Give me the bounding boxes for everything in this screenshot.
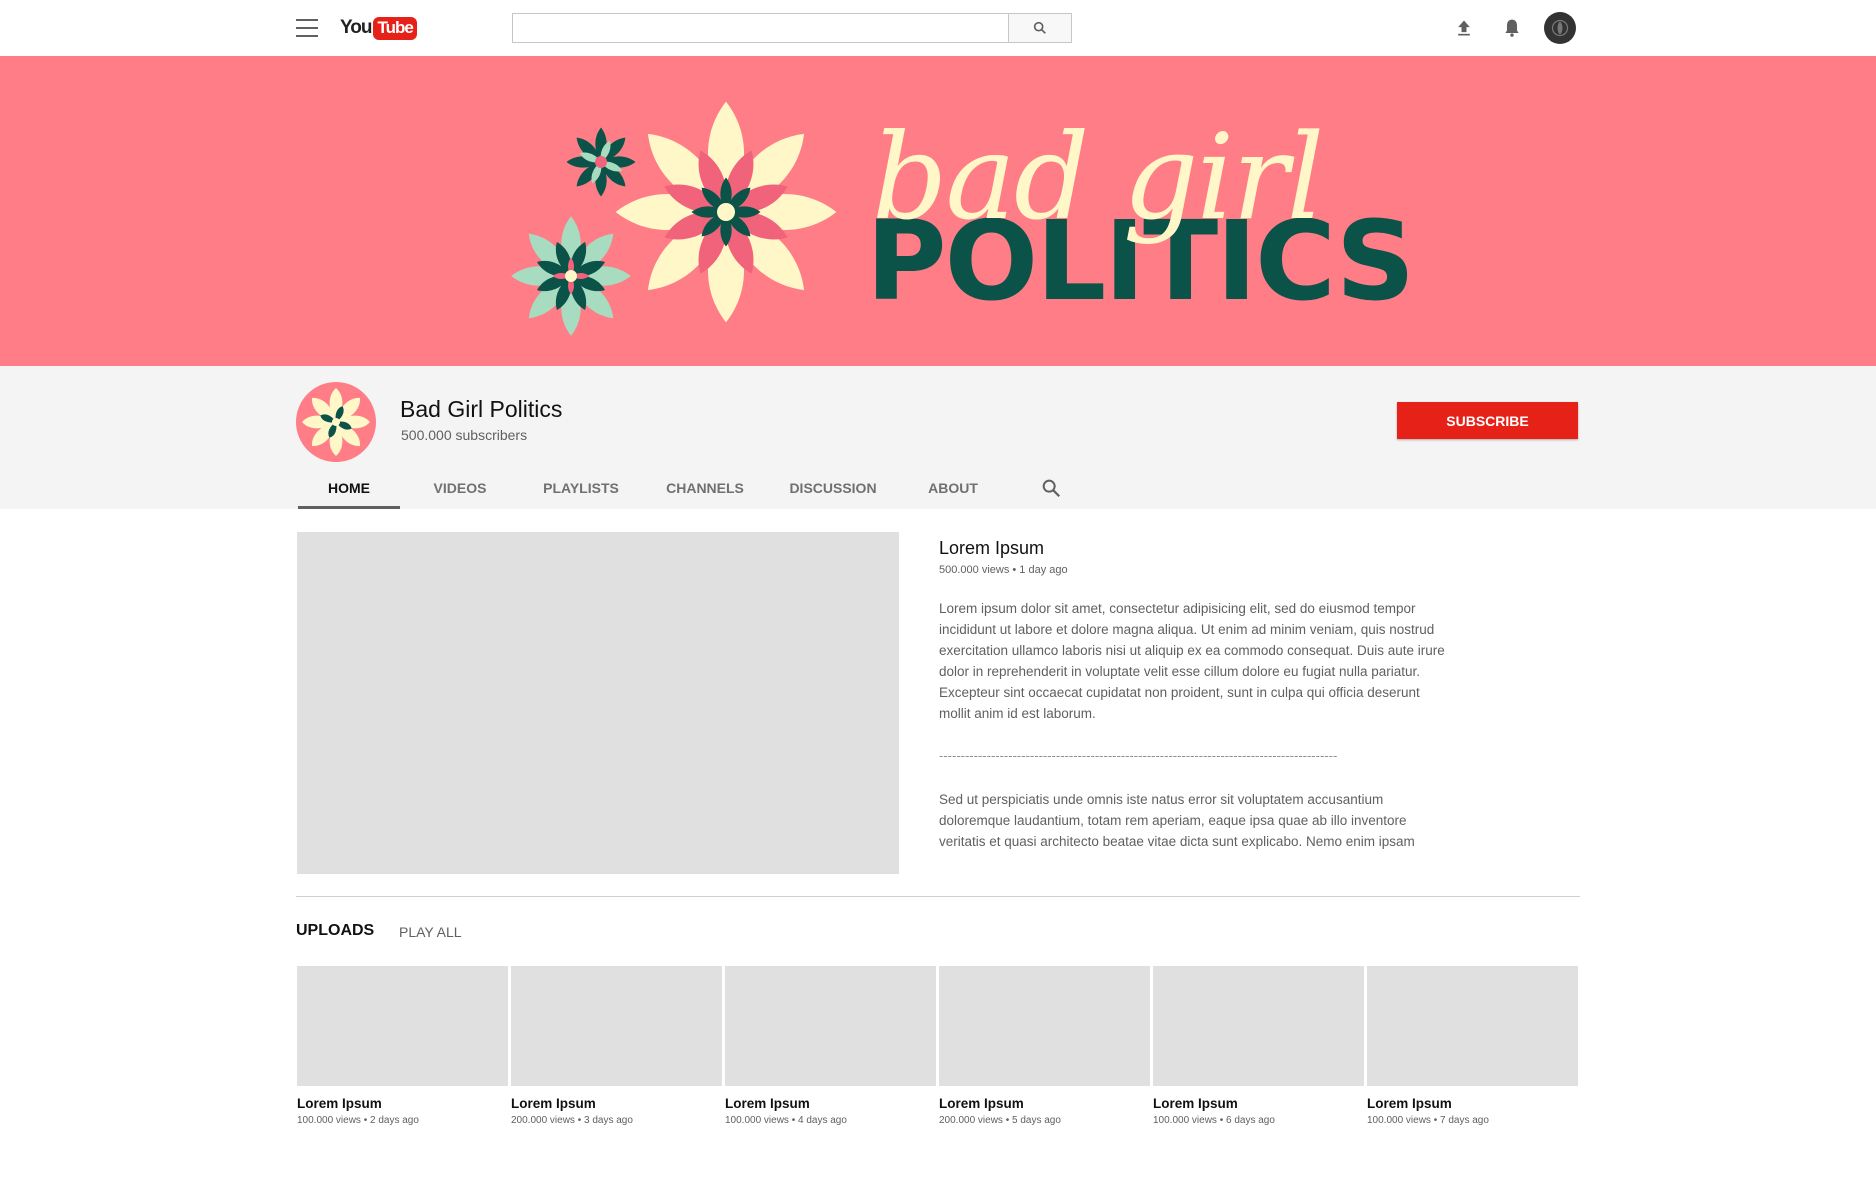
large-flower-icon bbox=[615, 101, 837, 323]
video-thumbnail[interactable] bbox=[511, 966, 722, 1086]
video-title[interactable]: Lorem Ipsum bbox=[297, 1096, 508, 1111]
search-icon bbox=[1033, 21, 1046, 34]
featured-video-player[interactable] bbox=[297, 532, 899, 874]
upload-video-card[interactable]: Lorem Ipsum 100.000 views • 7 days ago bbox=[1367, 966, 1578, 1126]
video-thumbnail[interactable] bbox=[939, 966, 1150, 1086]
upload-video-card[interactable]: Lorem Ipsum 200.000 views • 3 days ago bbox=[511, 966, 722, 1126]
top-bar: You Tube bbox=[0, 0, 1876, 56]
upload-video-card[interactable]: Lorem Ipsum 100.000 views • 2 days ago bbox=[297, 966, 508, 1126]
video-meta: 100.000 views • 6 days ago bbox=[1153, 1115, 1275, 1126]
video-thumbnail[interactable] bbox=[1367, 966, 1578, 1086]
search-button[interactable] bbox=[1008, 13, 1072, 43]
menu-icon[interactable] bbox=[296, 19, 318, 37]
video-thumbnail[interactable] bbox=[297, 966, 508, 1086]
section-divider bbox=[296, 896, 1580, 897]
channel-search-icon[interactable] bbox=[1040, 477, 1064, 501]
uploads-heading[interactable]: UPLOADS bbox=[296, 922, 374, 940]
avatar-emblem-icon bbox=[1551, 19, 1569, 37]
small-flower-icon bbox=[566, 127, 636, 197]
tab-channels[interactable]: CHANNELS bbox=[642, 474, 768, 509]
video-title[interactable]: Lorem Ipsum bbox=[939, 1096, 1150, 1111]
account-avatar[interactable] bbox=[1544, 12, 1576, 44]
video-meta: 100.000 views • 7 days ago bbox=[1367, 1115, 1489, 1126]
mint-flower-icon bbox=[511, 216, 631, 336]
youtube-logo[interactable]: You Tube bbox=[340, 15, 417, 41]
flower-art bbox=[511, 101, 837, 336]
video-meta: 200.000 views • 3 days ago bbox=[511, 1115, 633, 1126]
banner-script-text: bad girl bbox=[872, 108, 1324, 246]
upload-video-card[interactable]: Lorem Ipsum 200.000 views • 5 days ago bbox=[939, 966, 1150, 1126]
video-thumbnail[interactable] bbox=[725, 966, 936, 1086]
logo-you-text: You bbox=[340, 17, 373, 38]
video-thumbnail[interactable] bbox=[1153, 966, 1364, 1086]
notifications-bell-icon[interactable] bbox=[1496, 12, 1528, 44]
channel-flower-icon bbox=[302, 388, 370, 456]
tab-discussion[interactable]: DISCUSSION bbox=[768, 474, 898, 509]
top-actions bbox=[1440, 12, 1576, 44]
tab-about[interactable]: ABOUT bbox=[898, 474, 1008, 509]
subscriber-count: 500.000 subscribers bbox=[401, 427, 528, 443]
featured-video-description: Lorem ipsum dolor sit amet, consectetur … bbox=[939, 601, 1445, 721]
tab-home[interactable]: HOME bbox=[298, 474, 400, 509]
tab-videos[interactable]: VIDEOS bbox=[400, 474, 520, 509]
logo-tube-text: Tube bbox=[373, 16, 417, 40]
channel-avatar[interactable] bbox=[296, 382, 376, 462]
description-separator: ----------------------------------------… bbox=[939, 748, 1338, 763]
channel-name: Bad Girl Politics bbox=[400, 396, 563, 422]
channel-banner: POLITICS bad girl bbox=[0, 56, 1876, 366]
upload-video-card[interactable]: Lorem Ipsum 100.000 views • 6 days ago bbox=[1153, 966, 1364, 1126]
subscribe-button[interactable]: SUBSCRIBE bbox=[1397, 402, 1578, 439]
video-title[interactable]: Lorem Ipsum bbox=[1367, 1096, 1578, 1111]
video-meta: 200.000 views • 5 days ago bbox=[939, 1115, 1061, 1126]
featured-video-description-continued: Sed ut perspiciatis unde omnis iste natu… bbox=[939, 792, 1415, 849]
video-title[interactable]: Lorem Ipsum bbox=[1153, 1096, 1364, 1111]
search-bar bbox=[512, 13, 1072, 43]
video-title[interactable]: Lorem Ipsum bbox=[511, 1096, 722, 1111]
upload-video-card[interactable]: Lorem Ipsum 100.000 views • 4 days ago bbox=[725, 966, 936, 1126]
upload-icon[interactable] bbox=[1448, 12, 1480, 44]
play-all-button[interactable]: PLAY ALL bbox=[399, 924, 462, 940]
video-title[interactable]: Lorem Ipsum bbox=[725, 1096, 936, 1111]
featured-video-title[interactable]: Lorem Ipsum bbox=[939, 538, 1044, 559]
channel-header: Bad Girl Politics 500.000 subscribers SU… bbox=[0, 366, 1876, 509]
tab-playlists[interactable]: PLAYLISTS bbox=[520, 474, 642, 509]
video-meta: 100.000 views • 4 days ago bbox=[725, 1115, 847, 1126]
featured-video-meta: 500.000 views • 1 day ago bbox=[939, 564, 1068, 576]
video-meta: 100.000 views • 2 days ago bbox=[297, 1115, 419, 1126]
search-input[interactable] bbox=[512, 13, 1008, 43]
